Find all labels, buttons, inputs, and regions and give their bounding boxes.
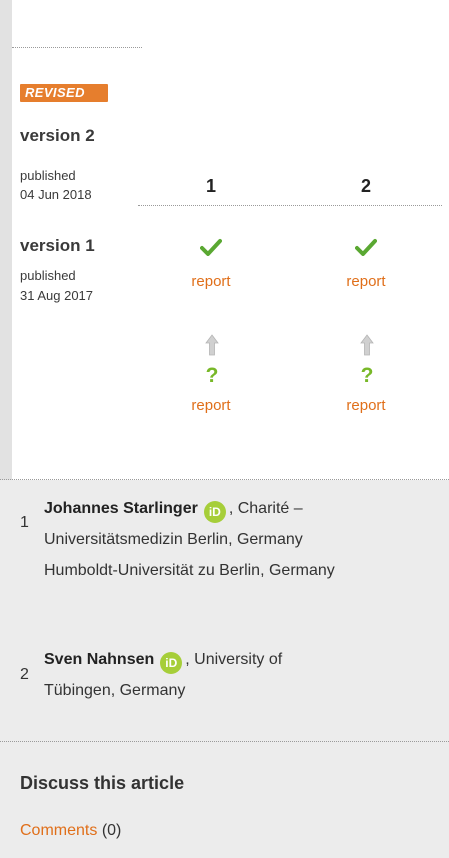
revised-badge: REVISED <box>20 84 108 102</box>
comments-count: (0) <box>101 822 122 839</box>
reviewer-2-affiliation-line2: Tübingen, Germany <box>44 682 186 699</box>
reviewer-column-1: 1 <box>205 176 216 196</box>
version-2-published-label: published <box>20 168 76 183</box>
reviewer-1-affiliation-line3: Humboldt-Universität zu Berlin, Germany <box>44 562 335 579</box>
reviewer-column-2: 2 <box>360 176 371 196</box>
reviewer-1-name: Johannes Starlinger <box>44 500 198 517</box>
reviewer-2-details: Sven Nahnsen iD, University of Tübingen, … <box>44 644 439 706</box>
version-2-date: 04 Jun 2018 <box>20 187 92 202</box>
reviewer-2-affiliation: , University of <box>185 651 283 668</box>
reviewer-2-number: 2 <box>20 666 29 683</box>
question-mark-icon: ? <box>360 364 374 387</box>
version-1-title[interactable]: version 1 <box>20 236 95 256</box>
version-2-report-2-link[interactable]: report <box>331 273 401 290</box>
reviewer-1-affiliation: , Charité – <box>228 500 303 517</box>
check-icon <box>200 239 222 256</box>
top-divider <box>12 47 142 48</box>
question-mark-icon: ? <box>205 364 219 387</box>
reviewer-2-name: Sven Nahnsen <box>44 651 155 668</box>
column-header-divider <box>138 205 442 206</box>
comments-line: Comments (0) <box>20 822 121 840</box>
arrow-up-icon <box>205 334 219 356</box>
orcid-icon[interactable]: iD <box>203 501 226 523</box>
arrow-up-icon <box>360 334 374 356</box>
comments-link[interactable]: Comments <box>20 822 97 839</box>
version-1-date: 31 Aug 2017 <box>20 288 94 303</box>
reviewer-1-details: Johannes Starlinger iD, Charité – Univers… <box>44 493 439 586</box>
discussion-divider <box>0 741 449 742</box>
check-icon <box>355 239 377 256</box>
reviewer-1-number: 1 <box>20 514 29 531</box>
orcid-icon[interactable]: iD <box>160 652 183 674</box>
version-1-published-label: published <box>20 268 76 283</box>
reviewer-1-affiliation-line2: Universitätsmedizin Berlin, Germany <box>44 531 303 548</box>
version-1-report-2-link[interactable]: report <box>331 397 401 414</box>
version-1-report-1-link[interactable]: report <box>176 397 246 414</box>
version-2-title[interactable]: version 2 <box>20 126 95 146</box>
reviewers-divider <box>0 479 449 480</box>
version-2-report-1-link[interactable]: report <box>176 273 246 290</box>
discussion-title: Discuss this article <box>20 773 185 793</box>
